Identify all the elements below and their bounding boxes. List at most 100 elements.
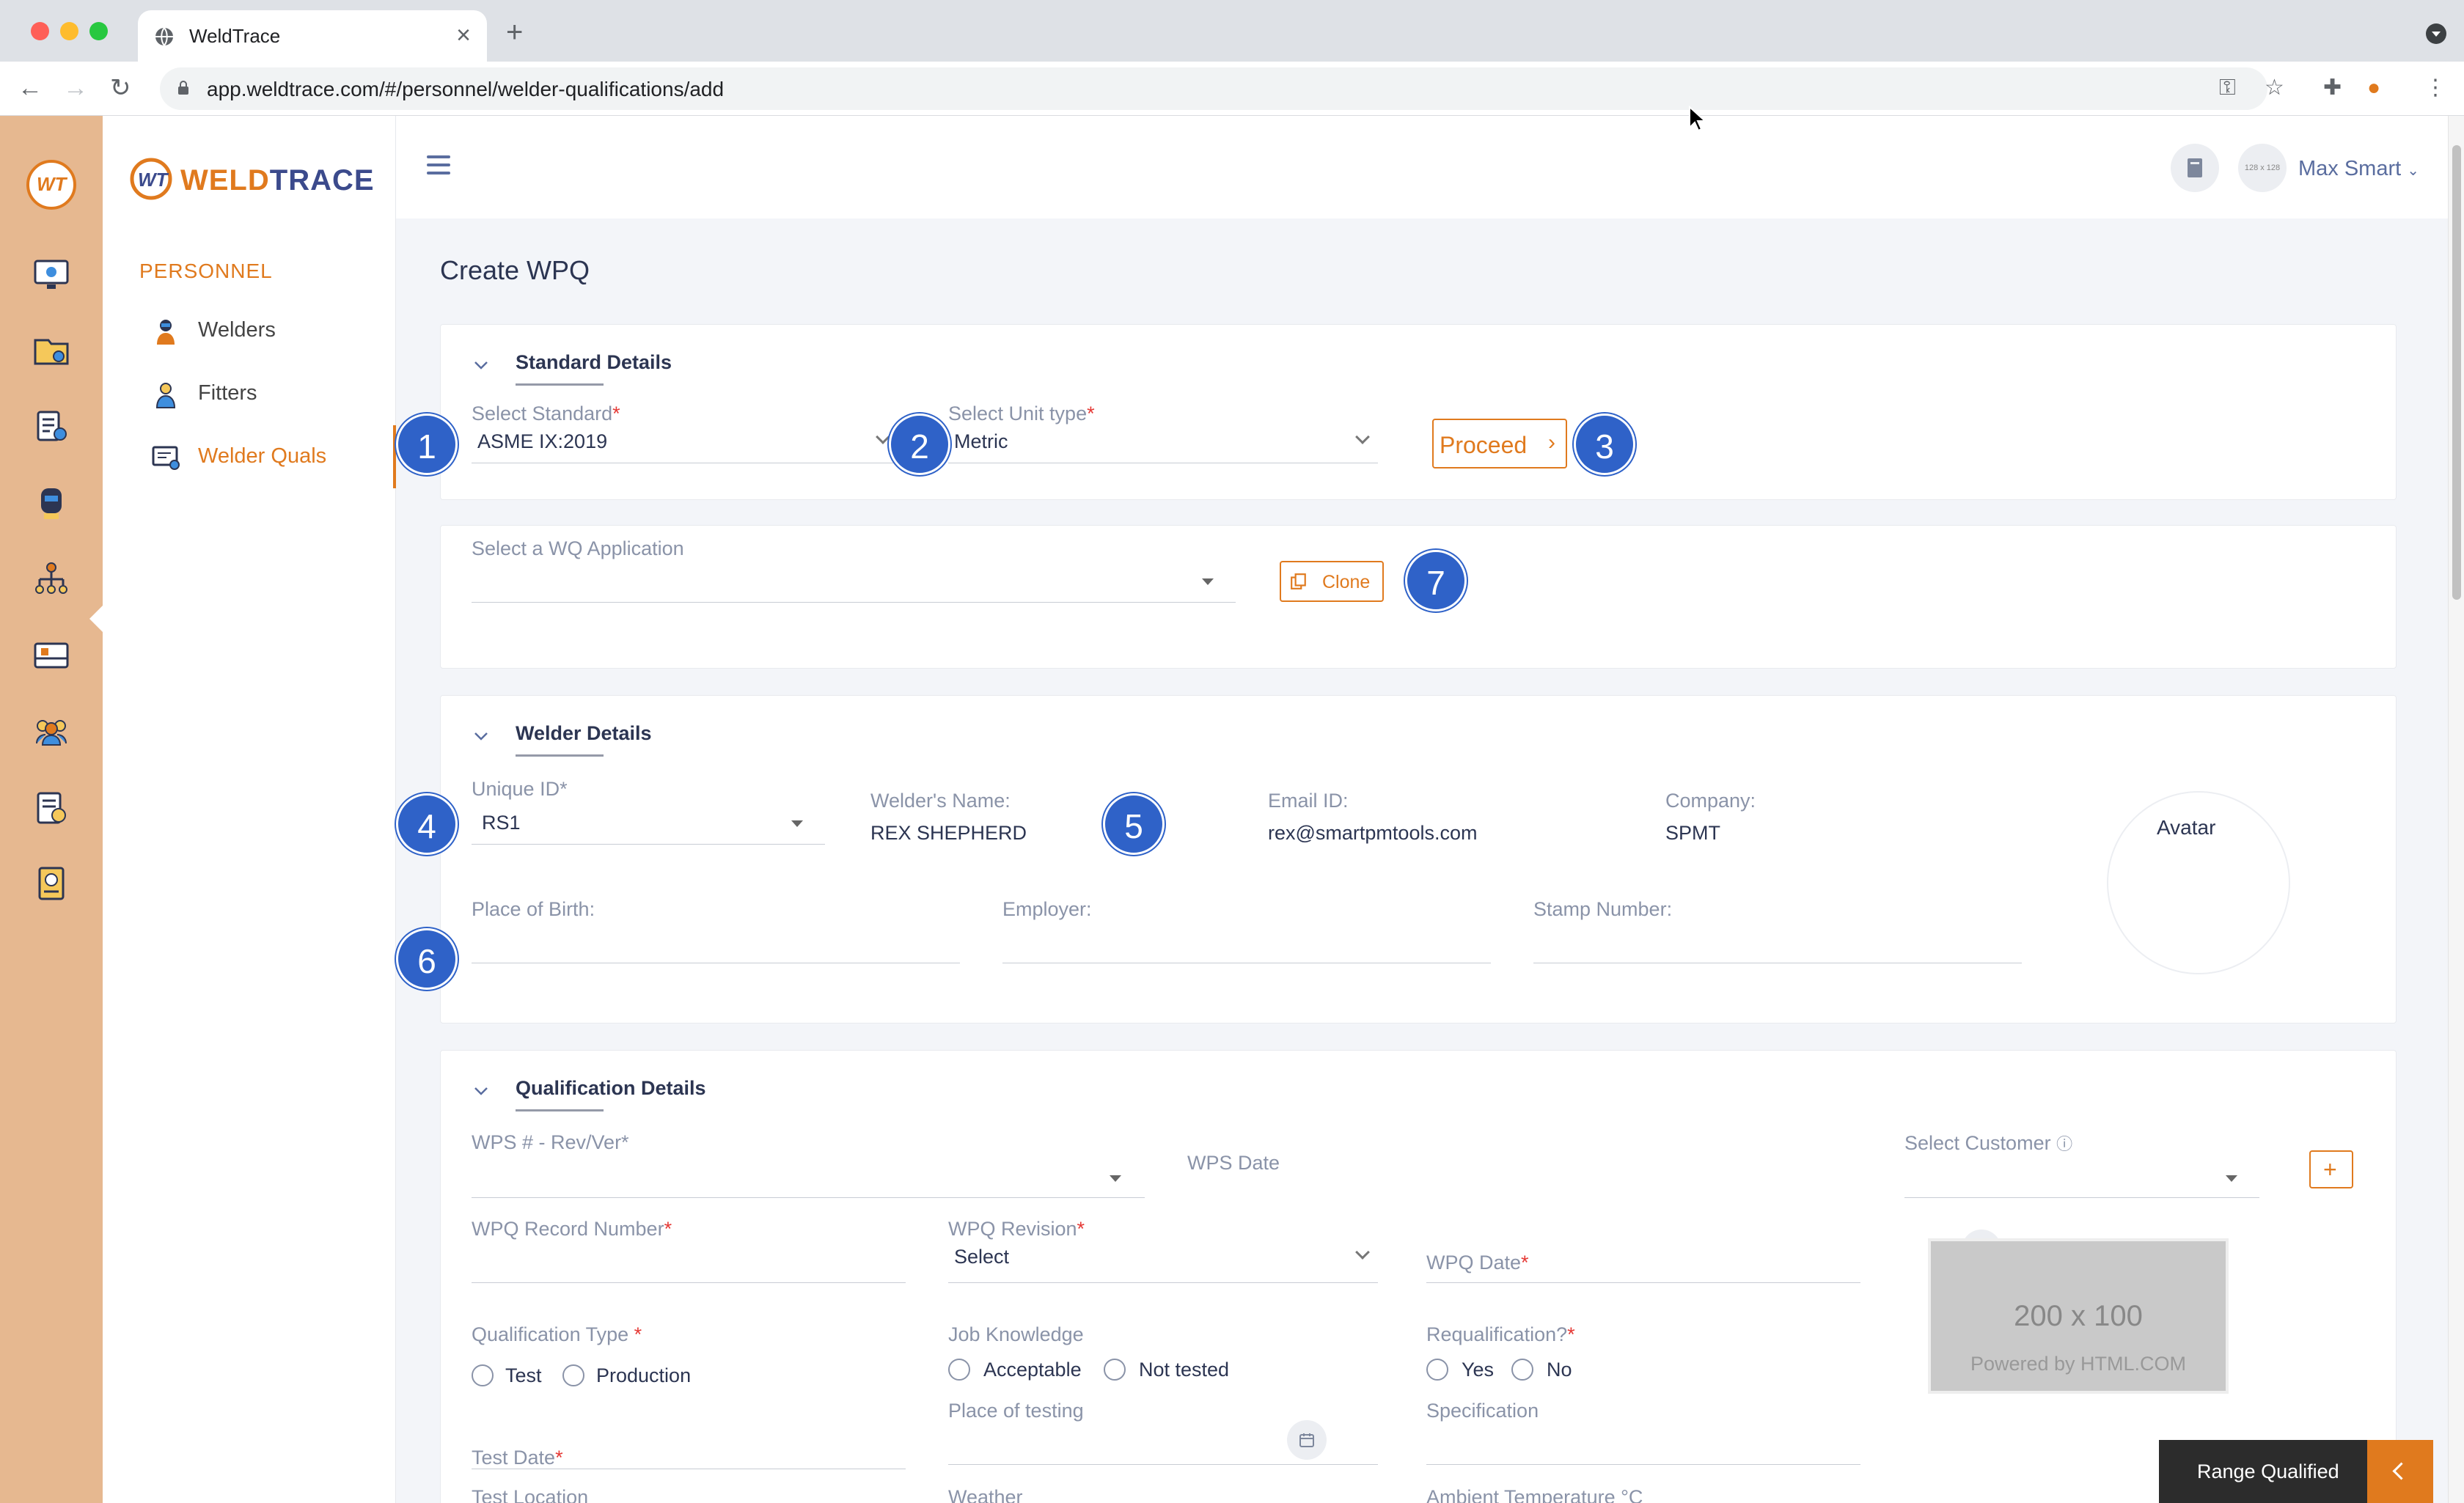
user-avatar[interactable]: 128 x 128 <box>2238 144 2287 192</box>
browser-tab-bar: WeldTrace × + <box>0 0 2464 62</box>
customer-label: Select Customer ⓘ <box>1904 1132 2073 1154</box>
radio-yes[interactable] <box>1426 1359 1448 1381</box>
wq-application-select[interactable] <box>472 602 1236 603</box>
customer-logo-placeholder: 200 x 100 Powered by HTML.COM <box>1928 1238 2229 1394</box>
stamp-number-label: Stamp Number: <box>1533 898 1673 920</box>
employer-label: Employer: <box>1002 898 1092 920</box>
wpq-record-number-field[interactable] <box>472 1282 906 1283</box>
qualification-type-label: Qualification Type * <box>472 1323 642 1345</box>
qualification-icon <box>152 446 180 470</box>
specification-field[interactable] <box>1426 1464 1860 1465</box>
sidebar-item-welder-quals[interactable]: Welder Quals <box>103 425 396 488</box>
collapse-chevron-icon[interactable] <box>473 728 489 744</box>
proceed-button[interactable]: Proceed › <box>1432 419 1567 468</box>
weldtrace-logo[interactable]: WT <box>26 160 76 210</box>
browser-tab[interactable]: WeldTrace × <box>138 10 487 62</box>
report-board-icon[interactable] <box>32 636 70 675</box>
wps-select[interactable] <box>472 1197 1145 1198</box>
book-icon[interactable] <box>2171 144 2219 192</box>
clipboard-clock-icon[interactable] <box>32 789 70 827</box>
annotation-badge-2: 2 <box>889 414 950 475</box>
chevron-down-icon[interactable] <box>1355 430 1370 444</box>
unique-id-underline <box>472 844 825 845</box>
wpq-revision-select-value[interactable]: Select <box>954 1246 1009 1268</box>
wps-label: WPS # - Rev/Ver* <box>472 1131 629 1153</box>
new-tab-icon[interactable]: + <box>506 18 523 47</box>
address-bar[interactable]: app.weldtrace.com/#/personnel/welder-qua… <box>160 67 2267 110</box>
radio-no-label: No <box>1547 1359 1572 1381</box>
radio-not-tested[interactable] <box>1104 1359 1126 1381</box>
minimize-window-button[interactable] <box>60 22 78 40</box>
company-value: SPMT <box>1665 822 1721 844</box>
maximize-window-button[interactable] <box>89 22 108 40</box>
chevron-down-icon[interactable] <box>876 430 890 444</box>
radio-no[interactable] <box>1511 1359 1533 1381</box>
calendar-icon[interactable] <box>1287 1420 1327 1460</box>
annotation-badge-1: 1 <box>396 414 458 475</box>
profile-icon[interactable]: ● <box>2367 75 2380 101</box>
collapse-chevron-icon[interactable] <box>473 1083 489 1099</box>
customer-select[interactable] <box>1904 1197 2259 1198</box>
reload-icon[interactable]: ↻ <box>110 73 131 103</box>
wpq-date-label: WPQ Date* <box>1426 1252 1529 1274</box>
place-of-testing-label: Place of testing <box>948 1400 1084 1422</box>
range-qualified-panel[interactable]: Range Qualified <box>2159 1440 2433 1503</box>
badge-certificate-icon[interactable] <box>32 865 70 903</box>
caret-down-icon[interactable] <box>1202 578 1214 585</box>
user-name-dropdown[interactable]: Max Smart ⌄ <box>2298 157 2419 181</box>
lock-icon <box>178 81 188 95</box>
unique-id-select-value[interactable]: RS1 <box>482 812 521 834</box>
extensions-icon[interactable]: ✚ <box>2323 75 2342 101</box>
test-date-label: Test Date* <box>472 1447 563 1469</box>
fitter-icon <box>155 383 176 408</box>
caret-down-icon[interactable] <box>1110 1175 1121 1182</box>
url-text: app.weldtrace.com/#/personnel/welder-qua… <box>207 78 725 100</box>
caret-down-icon[interactable] <box>2226 1175 2237 1182</box>
monitor-icon[interactable] <box>32 255 70 293</box>
radio-test[interactable] <box>472 1364 494 1386</box>
forward-icon[interactable]: → <box>63 73 88 103</box>
welder-icon <box>157 320 175 345</box>
info-icon[interactable]: ⓘ <box>2056 1135 2072 1153</box>
clone-button[interactable]: Clone <box>1280 561 1384 602</box>
close-window-button[interactable] <box>31 22 49 40</box>
caret-down-icon[interactable] <box>791 820 803 827</box>
scrollbar-thumb[interactable] <box>2452 145 2461 600</box>
tab-title: WeldTrace <box>189 25 281 47</box>
radio-acceptable[interactable] <box>948 1359 970 1381</box>
place-of-testing-field[interactable] <box>948 1464 1378 1465</box>
radio-test-label: Test <box>505 1364 542 1386</box>
key-icon[interactable]: ⚿ <box>2219 75 2236 101</box>
tab-search-icon[interactable] <box>2426 23 2446 44</box>
org-chart-icon[interactable] <box>32 560 70 598</box>
hamburger-menu-icon[interactable] <box>427 155 450 174</box>
sidebar-item-welders[interactable]: Welders <box>103 299 396 362</box>
checklist-settings-icon[interactable] <box>32 408 70 446</box>
chevron-left-icon[interactable] <box>2367 1440 2433 1503</box>
radio-yes-label: Yes <box>1462 1359 1495 1381</box>
star-icon[interactable]: ☆ <box>2265 75 2284 101</box>
chevron-down-icon[interactable] <box>1355 1245 1370 1260</box>
test-location-label: Test Location <box>472 1486 589 1503</box>
add-customer-button[interactable]: + <box>2309 1150 2353 1188</box>
sidebar-item-fitters[interactable]: Fitters <box>103 362 396 425</box>
welder-mask-icon[interactable] <box>32 484 70 522</box>
email-value: rex@smartpmtools.com <box>1268 822 1478 844</box>
specification-label: Specification <box>1426 1400 1539 1422</box>
more-menu-icon[interactable]: ⋮ <box>2424 75 2446 101</box>
svg-text:WT: WT <box>138 169 169 191</box>
team-icon[interactable] <box>32 713 70 751</box>
annotation-badge-7: 7 <box>1405 550 1467 611</box>
back-icon[interactable]: ← <box>18 73 43 103</box>
email-label: Email ID: <box>1268 790 1349 812</box>
personnel-sidebar: WT WELDTRACE PERSONNEL Welders Fitters W… <box>103 116 396 1503</box>
radio-production[interactable] <box>562 1364 584 1386</box>
wpq-date-field[interactable] <box>1426 1282 1860 1283</box>
collapse-chevron-icon[interactable] <box>473 357 489 373</box>
folder-settings-icon[interactable] <box>32 331 70 370</box>
page-scrollbar[interactable] <box>2448 116 2464 1503</box>
close-tab-icon[interactable]: × <box>456 21 471 50</box>
job-knowledge-label: Job Knowledge <box>948 1323 1084 1345</box>
standard-select-value[interactable]: ASME IX:2019 <box>477 430 607 453</box>
unit-type-select-value[interactable]: Metric <box>954 430 1008 453</box>
